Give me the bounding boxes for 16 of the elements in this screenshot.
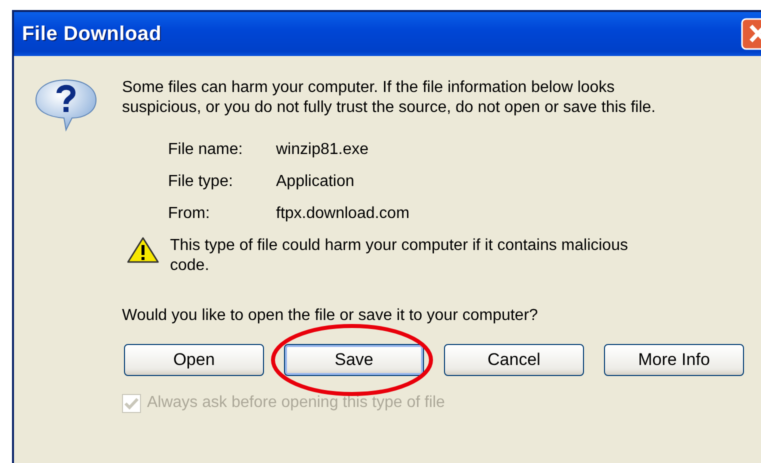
warning-message: Some files can harm your computer. If the file information below looks suspicious, or you do not fully trust the source, do not open or save this file.	[122, 78, 657, 118]
info-value: winzip81.exe	[276, 140, 368, 160]
warning-text: This type of file could harm your computer if it contains malicious code.	[170, 236, 629, 276]
warning-icon	[126, 236, 160, 264]
window-title: File Download	[22, 22, 162, 47]
question-text: Would you like to open the file or save it to your computer?	[122, 306, 539, 326]
dialog-button[interactable]: Open	[124, 344, 264, 376]
info-value: Application	[276, 172, 354, 192]
dialog-button[interactable]: Save	[284, 344, 424, 376]
checkbox-label: Always ask before opening this type of file	[147, 393, 445, 413]
info-label: File type:	[168, 172, 234, 192]
dialog-button[interactable]: More Info	[604, 344, 744, 376]
info-label: From:	[168, 204, 211, 224]
info-label: File name:	[168, 140, 244, 160]
info-value: ftpx.download.com	[276, 204, 410, 224]
dialog-button[interactable]: Cancel	[444, 344, 584, 376]
